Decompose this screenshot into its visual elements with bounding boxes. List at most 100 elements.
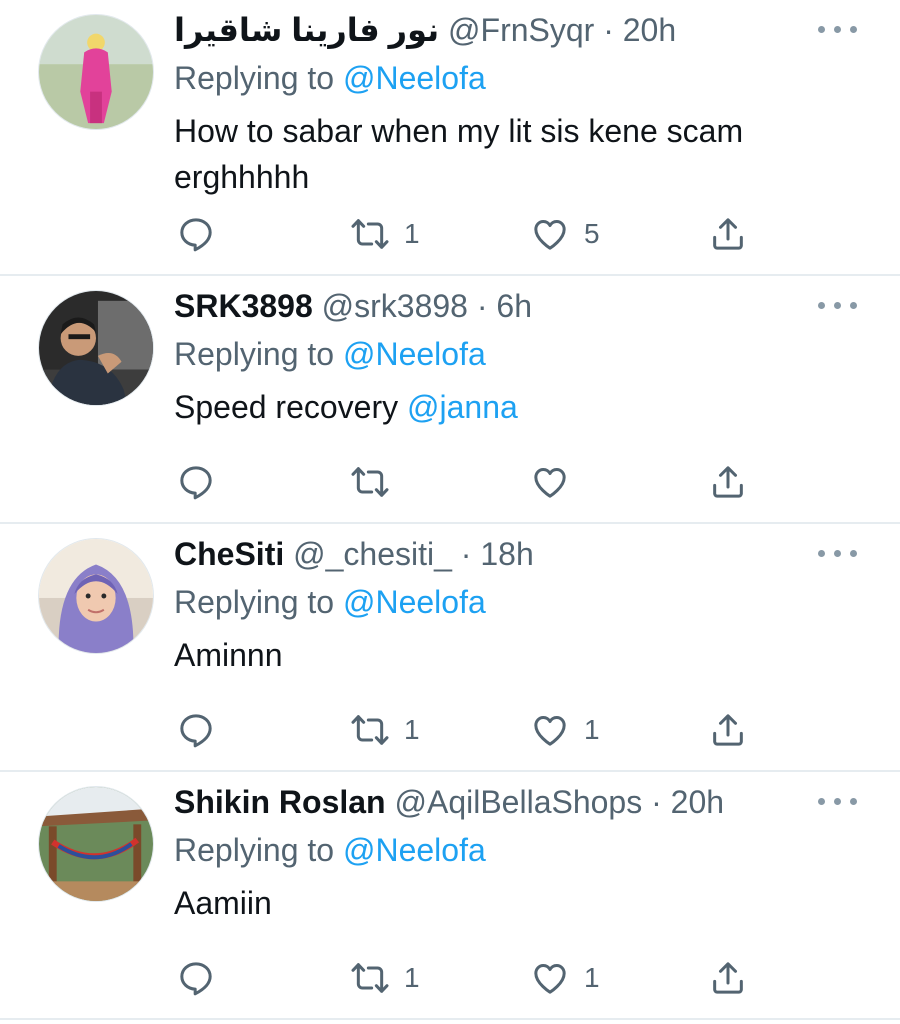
reply-bubble-icon (180, 962, 212, 996)
tweet-text-body: How to sabar when my lit sis kene scam e… (174, 113, 744, 195)
like-count: 1 (584, 714, 600, 745)
replying-label: Replying to (174, 584, 335, 620)
reply-bubble-icon (180, 218, 212, 252)
retweet-arrows-icon (351, 963, 389, 993)
display-name[interactable]: Shikin Roslan (174, 784, 386, 820)
avatar-photo (39, 291, 153, 405)
share-button[interactable] (708, 210, 748, 258)
like-count: 1 (584, 962, 600, 993)
tweet-header: نور فارينا شاقيرا @FrnSyqr · 20h (174, 10, 676, 50)
retweet-count: 1 (404, 714, 420, 745)
tweet-card[interactable]: SRK3898 @srk3898 · 6h Replying to @Neelo… (0, 276, 900, 524)
action-bar: 1 5 (174, 210, 774, 258)
like-button[interactable]: 1 (530, 706, 600, 754)
like-button[interactable] (530, 458, 584, 506)
separator-dot: · (476, 288, 488, 324)
tweet-text: How to sabar when my lit sis kene scam e… (174, 108, 834, 200)
more-dots-icon[interactable] (816, 298, 860, 312)
heart-icon (534, 220, 566, 250)
replying-to: Replying to @Neelofa (174, 582, 486, 622)
retweet-arrows-icon (351, 715, 389, 745)
separator-dot: · (460, 536, 472, 572)
more-dots-icon[interactable] (816, 794, 860, 808)
share-upload-icon (713, 218, 743, 250)
reply-button[interactable] (176, 210, 216, 258)
timestamp[interactable]: 6h (496, 288, 532, 324)
retweet-arrows-icon (351, 219, 389, 249)
replying-to: Replying to @Neelofa (174, 830, 486, 870)
retweet-button[interactable]: 1 (350, 210, 420, 258)
replying-to-mention[interactable]: @Neelofa (343, 832, 486, 868)
share-upload-icon (713, 466, 743, 498)
tweet-text-body: Aamiin (174, 885, 272, 921)
inline-mention[interactable]: @janna (407, 389, 518, 425)
share-button[interactable] (708, 706, 748, 754)
tweet-header: SRK3898 @srk3898 · 6h (174, 286, 532, 326)
tweet-card[interactable]: Shikin Roslan @AqilBellaShops · 20h Repl… (0, 772, 900, 1020)
retweet-button[interactable]: 1 (350, 706, 420, 754)
share-upload-icon (713, 962, 743, 994)
tweet-text-body: Speed recovery (174, 389, 408, 425)
share-upload-icon (713, 714, 743, 746)
tweet-header: Shikin Roslan @AqilBellaShops · 20h (174, 782, 724, 822)
timestamp[interactable]: 18h (480, 536, 533, 572)
tweet-text-body: Aminnn (174, 637, 283, 673)
tweet-text: Speed recovery @janna (174, 384, 834, 430)
share-button[interactable] (708, 458, 748, 506)
reply-button[interactable] (176, 458, 216, 506)
avatar-photo (39, 15, 153, 129)
reply-button[interactable] (176, 706, 216, 754)
avatar[interactable] (38, 786, 154, 902)
tweet-card[interactable]: CheSiti @_chesiti_ · 18h Replying to @Ne… (0, 524, 900, 772)
action-bar: 1 1 (174, 706, 774, 754)
retweet-count: 1 (404, 962, 420, 993)
display-name[interactable]: نور فارينا شاقيرا (174, 12, 439, 48)
avatar[interactable] (38, 538, 154, 654)
like-button[interactable]: 5 (530, 210, 600, 258)
share-button[interactable] (708, 954, 748, 1002)
user-handle[interactable]: @AqilBellaShops (394, 784, 642, 820)
heart-icon (534, 716, 566, 746)
replying-label: Replying to (174, 60, 335, 96)
reply-bubble-icon (180, 466, 212, 500)
replying-label: Replying to (174, 832, 335, 868)
more-dots-icon[interactable] (816, 546, 860, 560)
retweet-button[interactable]: 1 (350, 954, 420, 1002)
display-name[interactable]: CheSiti (174, 536, 284, 572)
display-name[interactable]: SRK3898 (174, 288, 313, 324)
replying-label: Replying to (174, 336, 335, 372)
tweet-card[interactable]: نور فارينا شاقيرا @FrnSyqr · 20h Replyin… (0, 0, 900, 276)
replying-to-mention[interactable]: @Neelofa (343, 336, 486, 372)
replies-feed: نور فارينا شاقيرا @FrnSyqr · 20h Replyin… (0, 0, 900, 1024)
tweet-text: Aminnn (174, 632, 834, 678)
like-button[interactable]: 1 (530, 954, 600, 1002)
tweet-header: CheSiti @_chesiti_ · 18h (174, 534, 534, 574)
separator-dot: · (603, 12, 614, 48)
avatar[interactable] (38, 14, 154, 130)
avatar-photo (39, 539, 153, 653)
avatar-photo (39, 787, 153, 901)
action-bar: 1 1 (174, 954, 774, 1002)
reply-button[interactable] (176, 954, 216, 1002)
action-bar (174, 458, 774, 506)
replying-to: Replying to @Neelofa (174, 334, 486, 374)
user-handle[interactable]: @_chesiti_ (293, 536, 452, 572)
timestamp[interactable]: 20h (623, 12, 676, 48)
like-count: 5 (584, 218, 600, 249)
more-dots-icon[interactable] (816, 22, 860, 36)
user-handle[interactable]: @srk3898 (322, 288, 468, 324)
user-handle[interactable]: @FrnSyqr (448, 12, 594, 48)
replying-to: Replying to @Neelofa (174, 58, 486, 98)
tweet-text: Aamiin (174, 880, 834, 926)
heart-icon (534, 964, 566, 994)
retweet-arrows-icon (351, 467, 389, 497)
timestamp[interactable]: 20h (671, 784, 724, 820)
heart-icon (534, 468, 566, 498)
retweet-count: 1 (404, 218, 420, 249)
avatar[interactable] (38, 290, 154, 406)
reply-bubble-icon (180, 714, 212, 748)
replying-to-mention[interactable]: @Neelofa (343, 584, 486, 620)
separator-dot: · (651, 784, 662, 820)
retweet-button[interactable] (350, 458, 404, 506)
replying-to-mention[interactable]: @Neelofa (343, 60, 486, 96)
